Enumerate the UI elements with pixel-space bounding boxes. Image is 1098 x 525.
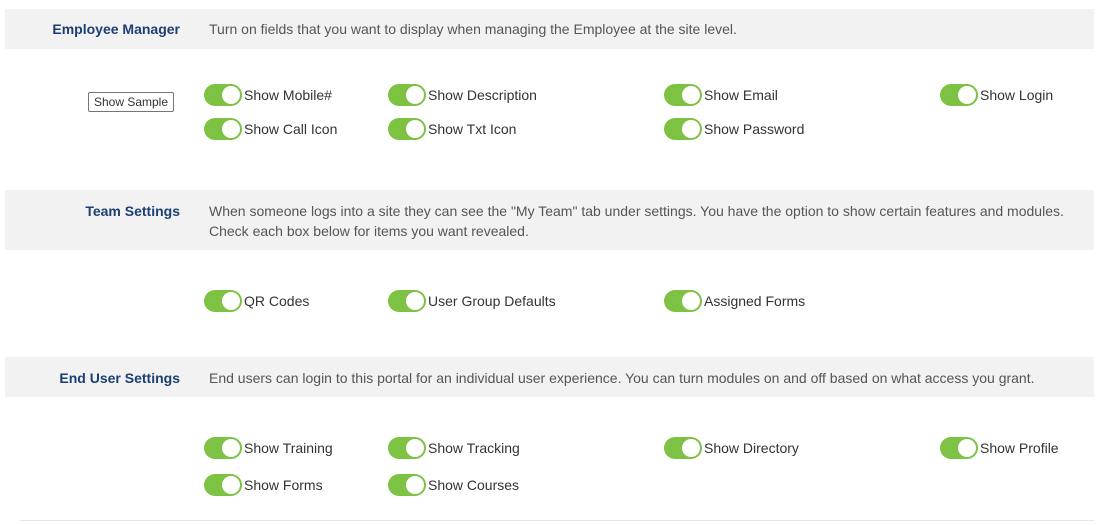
- toggle-label: Show Email: [704, 87, 778, 103]
- toggle-switch[interactable]: [204, 474, 242, 496]
- end-user-settings-title: End User Settings: [59, 370, 180, 386]
- toggle-show-password[interactable]: Show Password: [664, 118, 804, 140]
- toggle-switch[interactable]: [204, 118, 242, 140]
- toggle-label: Show Txt Icon: [428, 121, 517, 137]
- toggle-label: Show Tracking: [428, 440, 520, 456]
- toggle-switch[interactable]: [664, 290, 702, 312]
- toggle-switch[interactable]: [388, 474, 426, 496]
- toggle-label: Show Courses: [428, 477, 520, 493]
- toggle-label: Show Directory: [704, 440, 799, 456]
- toggle-label: Show Password: [704, 121, 805, 137]
- toggle-switch[interactable]: [204, 290, 242, 312]
- toggle-show-training[interactable]: Show Training: [204, 437, 333, 459]
- toggle-switch[interactable]: [940, 437, 978, 459]
- toggle-show-mobile[interactable]: Show Mobile#: [204, 84, 332, 106]
- toggle-label: Assigned Forms: [704, 293, 806, 309]
- toggle-qr-codes[interactable]: QR Codes: [204, 290, 309, 312]
- toggle-switch[interactable]: [388, 118, 426, 140]
- toggle-switch[interactable]: [664, 84, 702, 106]
- toggle-show-email[interactable]: Show Email: [664, 84, 778, 106]
- toggle-switch[interactable]: [388, 84, 426, 106]
- toggle-show-description[interactable]: Show Description: [388, 84, 537, 106]
- toggle-user-group-defaults[interactable]: User Group Defaults: [388, 290, 556, 312]
- toggle-show-directory[interactable]: Show Directory: [664, 437, 799, 459]
- toggle-label: Show Mobile#: [244, 87, 332, 103]
- toggle-label: User Group Defaults: [428, 293, 556, 309]
- toggle-switch[interactable]: [664, 118, 702, 140]
- bottom-divider: [20, 520, 1094, 521]
- toggle-switch[interactable]: [388, 437, 426, 459]
- toggle-label: Show Call Icon: [244, 121, 338, 137]
- toggle-label: Show Login: [980, 87, 1054, 103]
- toggle-show-call-icon[interactable]: Show Call Icon: [204, 118, 337, 140]
- toggle-label: QR Codes: [244, 293, 310, 309]
- toggle-switch[interactable]: [204, 84, 242, 106]
- toggle-show-profile[interactable]: Show Profile: [940, 437, 1059, 459]
- toggle-show-courses[interactable]: Show Courses: [388, 474, 519, 496]
- employee-manager-description: Turn on fields that you want to display …: [209, 21, 737, 37]
- toggle-show-tracking[interactable]: Show Tracking: [388, 437, 520, 459]
- team-settings-title: Team Settings: [85, 203, 180, 219]
- toggle-show-forms[interactable]: Show Forms: [204, 474, 323, 496]
- toggle-switch[interactable]: [388, 290, 426, 312]
- employee-manager-title: Employee Manager: [52, 21, 180, 37]
- show-sample-button[interactable]: Show Sample: [88, 92, 174, 112]
- toggle-label: Show Training: [244, 440, 333, 456]
- toggle-label: Show Profile: [980, 440, 1059, 456]
- team-settings-description: When someone logs into a site they can s…: [209, 203, 1064, 239]
- toggle-switch[interactable]: [204, 437, 242, 459]
- end-user-settings-description: End users can login to this portal for a…: [209, 370, 1035, 386]
- toggle-label: Show Description: [428, 87, 537, 103]
- toggle-assigned-forms[interactable]: Assigned Forms: [664, 290, 805, 312]
- toggle-show-login[interactable]: Show Login: [940, 84, 1053, 106]
- toggle-label: Show Forms: [244, 477, 323, 493]
- toggle-show-txt-icon[interactable]: Show Txt Icon: [388, 118, 516, 140]
- toggle-switch[interactable]: [664, 437, 702, 459]
- toggle-switch[interactable]: [940, 84, 978, 106]
